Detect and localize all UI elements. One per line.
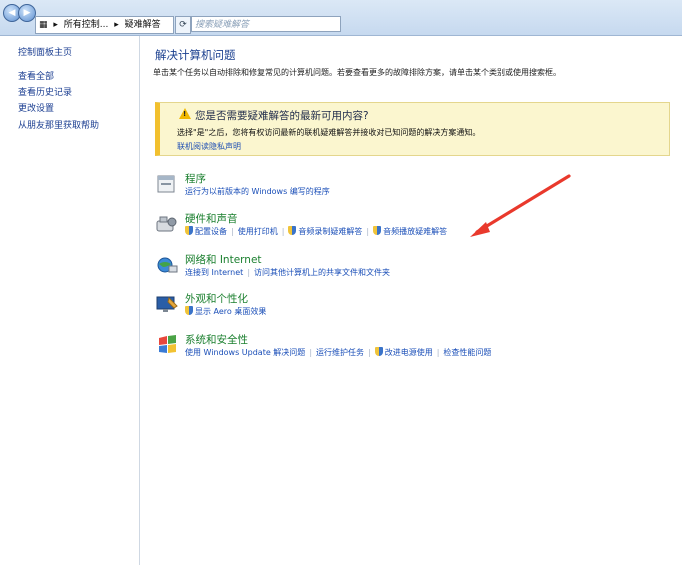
breadcrumb-troubleshooting[interactable]: 疑难解答 bbox=[125, 17, 161, 33]
sidebar-item-get-help[interactable]: 从朋友那里获取帮助 bbox=[18, 118, 99, 131]
sidebar-item-view-history[interactable]: 查看历史记录 bbox=[18, 85, 72, 98]
breadcrumb-all-control-panel[interactable]: 所有控制... bbox=[64, 17, 109, 33]
sidebar-item-home[interactable]: 控制面板主页 bbox=[18, 45, 72, 58]
sidebar-item-change-settings[interactable]: 更改设置 bbox=[18, 101, 54, 114]
sidebar: 控制面板主页 查看全部 查看历史记录 更改设置 从朋友那里获取帮助 bbox=[0, 36, 140, 565]
search-input[interactable]: 搜索疑难解答 bbox=[191, 16, 341, 32]
window-title-bar: ◀ ▶ ▦ ▸ 所有控制... ▸ 疑难解答 ⟳ 搜索疑难解答 bbox=[0, 0, 682, 36]
annotation-arrow-icon bbox=[470, 174, 571, 237]
sidebar-item-view-all[interactable]: 查看全部 bbox=[18, 69, 54, 82]
control-panel-icon: ▦ bbox=[39, 20, 48, 30]
system-security-icon bbox=[159, 335, 176, 353]
shield-icon bbox=[374, 347, 383, 356]
link-windows-update[interactable]: 使用 Windows Update 解决问题 bbox=[185, 348, 305, 357]
category-appearance: 外观和个性化 显示 Aero 桌面效果 bbox=[155, 291, 665, 325]
link-maintenance[interactable]: 运行维护任务 bbox=[316, 348, 364, 357]
link-performance[interactable]: 检查性能问题 bbox=[443, 348, 491, 357]
link-power-usage[interactable]: 改进电源使用 bbox=[385, 348, 433, 357]
refresh-icon[interactable]: ⟳ bbox=[175, 16, 191, 34]
category-system-security: 系统和安全性 使用 Windows Update 解决问题 | 运行维护任务 | 改进电… bbox=[155, 332, 665, 366]
address-bar[interactable]: ▦ ▸ 所有控制... ▸ 疑难解答 bbox=[35, 16, 174, 34]
shield-icon bbox=[185, 306, 193, 315]
link-aero-effects[interactable]: 显示 Aero 桌面效果 bbox=[195, 307, 266, 316]
appearance-icon bbox=[156, 296, 178, 312]
forward-button[interactable]: ▶ bbox=[18, 4, 36, 22]
category-title[interactable]: 系统和安全性 bbox=[185, 332, 248, 347]
main-content: 解决计算机问题 单击某个任务以自动排除和修复常见的计算机问题。若要查看更多的故障… bbox=[140, 36, 682, 565]
